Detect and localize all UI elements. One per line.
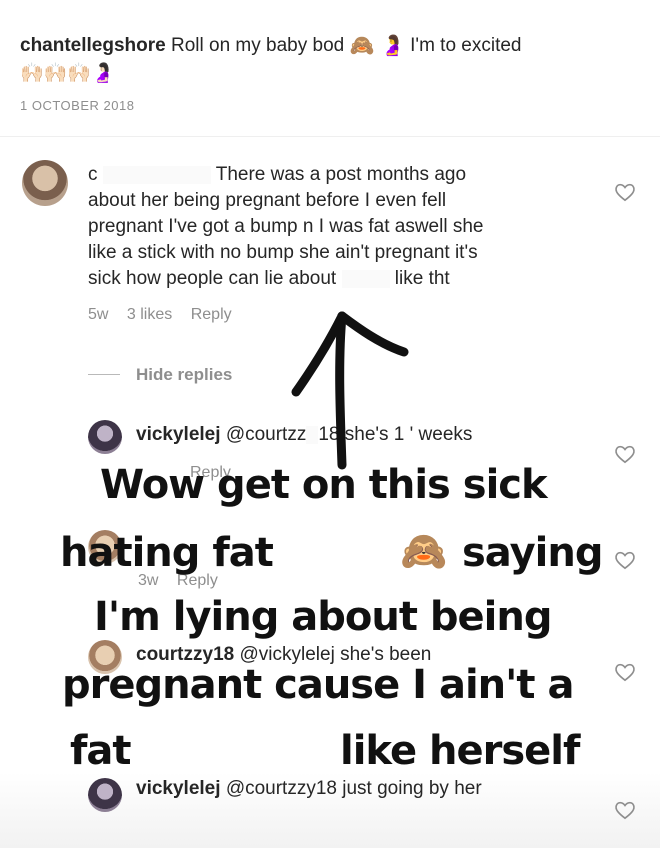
- reply-button[interactable]: Reply: [191, 306, 232, 323]
- avatar[interactable]: [22, 160, 68, 206]
- comment-meta: 5w 3 likes Reply: [88, 306, 246, 324]
- raised-hands-emoji-row: 🙌🏻🙌🏻🙌🏻🤰🏻: [20, 63, 115, 85]
- heart-icon[interactable]: [614, 550, 636, 570]
- see-no-evil-emoji: 🙈: [400, 531, 448, 573]
- comment-time: 5w: [88, 306, 109, 323]
- heart-icon[interactable]: [614, 444, 636, 464]
- avatar[interactable]: [88, 778, 122, 812]
- overlay-text-line: like herself: [340, 728, 580, 774]
- reply-username[interactable]: vickylelej: [136, 424, 221, 445]
- avatar[interactable]: [88, 420, 122, 454]
- reply-username[interactable]: vickylelej: [136, 778, 221, 799]
- overlay-text-line: saying: [462, 530, 603, 576]
- overlay-text-line: Wow get on this sick: [100, 462, 548, 508]
- reply-text: vickylelej @courtzzy18 just going by her: [136, 778, 482, 800]
- redaction: [341, 269, 390, 288]
- heart-icon[interactable]: [614, 800, 636, 820]
- comment-line: about her being pregnant before I even f…: [88, 190, 447, 211]
- divider: [88, 374, 120, 375]
- comment-username[interactable]: c: [88, 164, 98, 185]
- hand-drawn-arrow: [291, 311, 409, 470]
- caption-text: Roll on my baby bod: [171, 35, 345, 57]
- comment-likes[interactable]: 3 likes: [127, 306, 172, 323]
- caption-username[interactable]: chantellegshore: [20, 35, 166, 56]
- comment-line: like a stick with no bump she ain't preg…: [88, 242, 478, 263]
- comment-line: There was a post months ago: [215, 164, 467, 185]
- overlay-text-line: fat: [70, 728, 132, 774]
- comment-line: sick how people can lie about: [88, 268, 337, 289]
- comment-line: pregnant I've got a bump n I was fat asw…: [88, 216, 484, 237]
- comment-body: c There was a post months ago about her …: [88, 162, 588, 292]
- post-caption: chantellegshore Roll on my baby bod 🙈 🤰 …: [20, 32, 640, 88]
- comment-line: like tht: [394, 268, 450, 289]
- overlay-text-line: hating fat: [60, 530, 274, 576]
- heart-icon[interactable]: [614, 662, 636, 682]
- divider: [0, 136, 660, 137]
- caption-text-2: I'm to excited: [410, 35, 522, 57]
- post-date: 1 OCTOBER 2018: [20, 98, 135, 113]
- see-no-evil-emoji: 🙈 🤰: [349, 35, 405, 57]
- reply-body: @courtzzy18 just going by her: [225, 778, 482, 799]
- hide-replies-button[interactable]: Hide replies: [136, 365, 232, 385]
- redaction: [102, 165, 211, 184]
- overlay-text-line: I'm lying about being: [94, 594, 552, 640]
- heart-icon[interactable]: [614, 182, 636, 202]
- overlay-text-line: pregnant cause I ain't a: [62, 662, 574, 708]
